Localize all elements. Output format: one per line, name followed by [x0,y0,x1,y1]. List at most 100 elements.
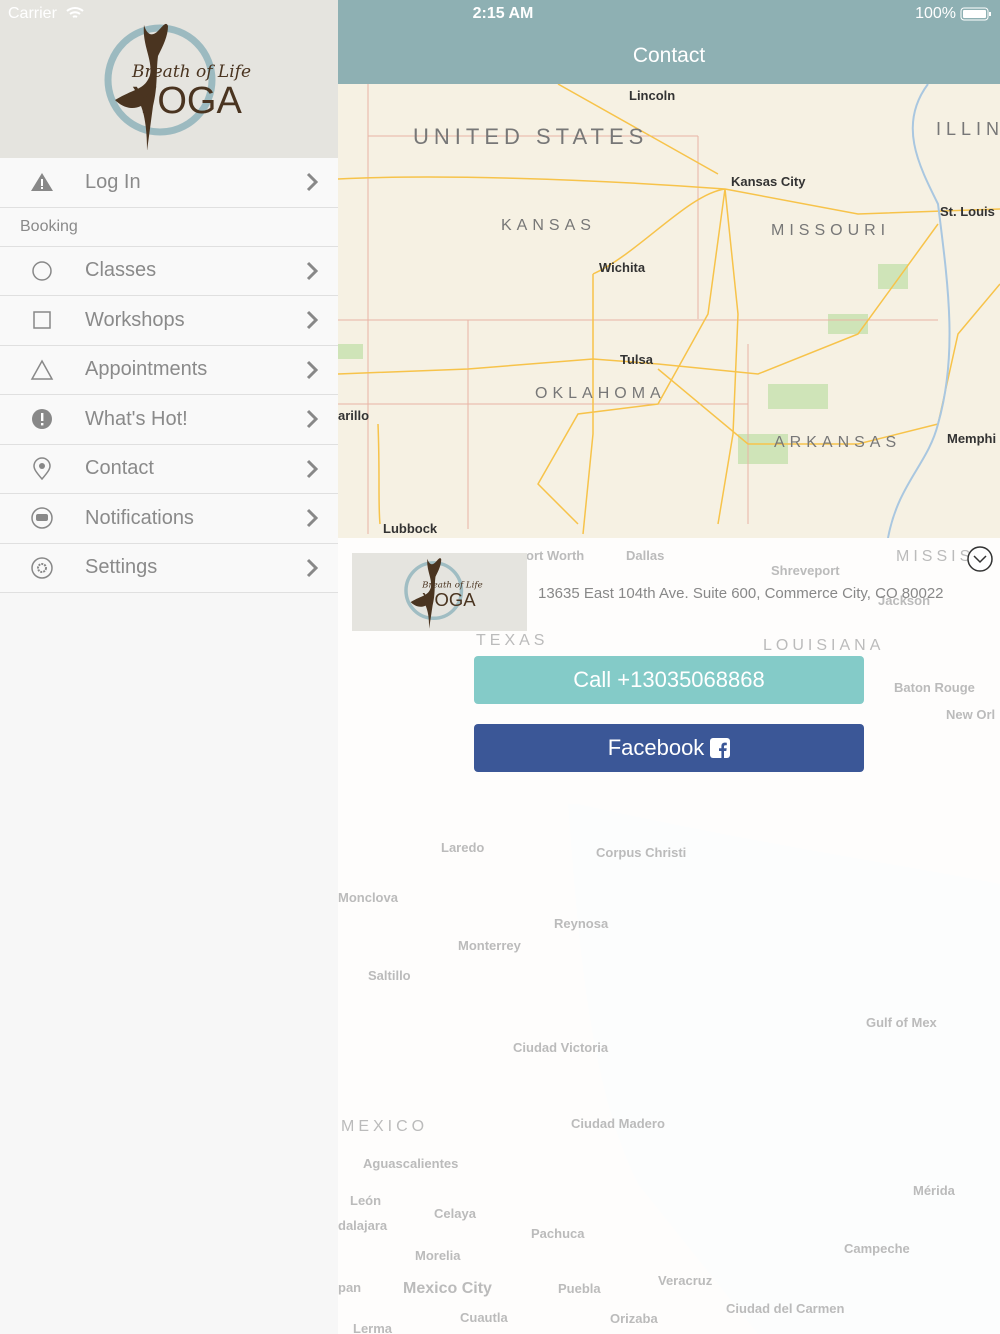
exclamation-icon [30,407,54,431]
map-faded-label: Campeche [844,1241,910,1256]
map-city-label: Memphi [947,431,997,446]
triangle-icon [30,358,54,382]
studio-logo: Breath of Life YOGA [352,553,527,631]
chevron-right-icon [306,558,318,577]
map-city-label: arillo [338,408,370,423]
svg-text:YOGA: YOGA [422,589,476,610]
map-faded-label: Corpus Christi [596,845,687,860]
map-faded-label: pan [338,1280,362,1295]
map-faded-label: New Orl [946,707,996,722]
square-icon [30,308,54,332]
map-faded-label: TEXAS [476,632,549,649]
chevron-right-icon [306,409,318,429]
map-faded-label: Morelia [415,1248,461,1263]
menu-item-what-s-hot[interactable]: What's Hot! [0,395,338,445]
menu-item-contact[interactable]: Contact [0,444,338,494]
carrier-label: Carrier [8,5,57,22]
chat-bubble-icon [30,506,54,530]
map-faded-label: Reynosa [554,916,609,931]
map-city-label: Wichita [599,260,646,275]
map-faded-label: dalajara [338,1218,388,1233]
logo-header: Carrier Breath of Life YOGA [0,0,338,158]
address-text: 13635 East 104th Ave. Suite 600, Commerc… [538,585,944,602]
logo-line1: Breath of Life [131,62,251,82]
map-faded-label: Veracruz [658,1273,713,1288]
map-state-label: KANSAS [501,217,596,234]
menu-label: Log In [85,170,141,193]
map-faded-label: Laredo [441,840,485,855]
sidebar: Carrier Breath of Life YOGA Log In Booki… [0,0,338,1334]
map-faded-label: Gulf of Mex [866,1015,937,1030]
menu-label: Appointments [85,358,208,381]
map-city-label: Kansas City [731,174,806,189]
map-faded-label: Pachuca [531,1226,585,1241]
main-content: UNITED STATES ILLINO KANSAS MISSOURI OKL… [338,0,1000,1334]
battery-label: 100% [915,5,956,22]
map-faded-label: Baton Rouge [894,680,975,695]
chevron-right-icon [306,459,318,478]
map-city-label: Lubbock [383,521,438,536]
map-faded-label: Puebla [558,1281,601,1296]
map-faded-label: Monterrey [458,938,521,953]
map-faded-label: Lerma [353,1321,393,1334]
map-faded-label: Dallas [626,548,665,563]
map-faded-label: Cuautla [460,1310,508,1325]
chevron-right-icon [306,508,318,528]
menu-label: Contact [85,457,154,480]
menu-item-login[interactable]: Log In [0,158,338,208]
warning-icon [30,170,54,194]
menu-label: Classes [85,259,157,282]
facebook-icon [710,738,731,758]
chevron-right-icon [306,261,318,280]
map-faded-label: Ciudad Madero [571,1116,665,1131]
map-faded-label: Ciudad del Carmen [726,1301,845,1316]
menu-item-settings[interactable]: Settings [0,543,338,593]
yoga-logo: Breath of Life YOGA [104,23,251,150]
call-label: Call +13035068868 [573,667,765,692]
call-button[interactable]: Call +13035068868 [474,656,864,704]
facebook-button[interactable]: Facebook [474,724,864,772]
map-faded-label: Celaya [434,1206,476,1221]
gear-icon [30,556,54,580]
section-header-booking: Booking [0,207,338,247]
map-faded-label: LOUISIANA [763,637,885,654]
map-state-label: UNITED STATES [413,124,649,149]
page-title: Contact [632,44,706,67]
facebook-label: Facebook [607,735,705,760]
map-faded-label: Saltillo [368,968,411,983]
chevron-right-icon [306,310,318,330]
circle-icon [30,259,54,283]
chevron-right-icon [306,172,318,192]
battery-icon [960,7,991,21]
menu-item-workshops[interactable]: Workshops [0,296,338,346]
logo-line2: YOGA [132,80,242,122]
map-faded-label: Ciudad Victoria [513,1040,609,1055]
navigation-bar: 2:15 AM 100% Contact [338,0,1000,84]
map-faded-label: Monclova [338,890,398,905]
menu-item-classes[interactable]: Classes [0,246,338,296]
map-faded-label: Aguascalientes [363,1156,459,1171]
map-faded-label: ort Worth [526,548,585,563]
battery-indicator: 100% [915,5,992,23]
map-state-label: ARKANSAS [774,434,902,451]
menu-item-appointments[interactable]: Appointments [0,345,338,395]
chevron-down-circle-icon[interactable] [966,545,994,573]
chevron-right-icon [306,360,318,379]
menu-label: Settings [85,556,158,579]
map-city-label: Tulsa [620,352,653,367]
map-city-label: St. Louis [940,204,995,219]
map-state-label: OKLAHOMA [535,385,666,402]
map-city-label: Lincoln [629,88,676,103]
map-faded-label: MEXICO [341,1118,429,1135]
menu-label: Workshops [85,308,185,331]
map-faded-label: Mexico City [403,1280,492,1297]
menu-item-notifications[interactable]: Notifications [0,494,338,544]
map-faded-label: MISSIS [896,548,975,565]
map-faded-label: Orizaba [610,1311,658,1326]
map-faded-label: Mérida [913,1183,955,1198]
map-faded-label: León [350,1193,382,1208]
map-state-label: ILLINO [936,119,1000,139]
menu-label: What's Hot! [85,407,188,430]
status-time: 2:15 AM [472,5,534,22]
map-state-label: MISSOURI [771,222,891,239]
